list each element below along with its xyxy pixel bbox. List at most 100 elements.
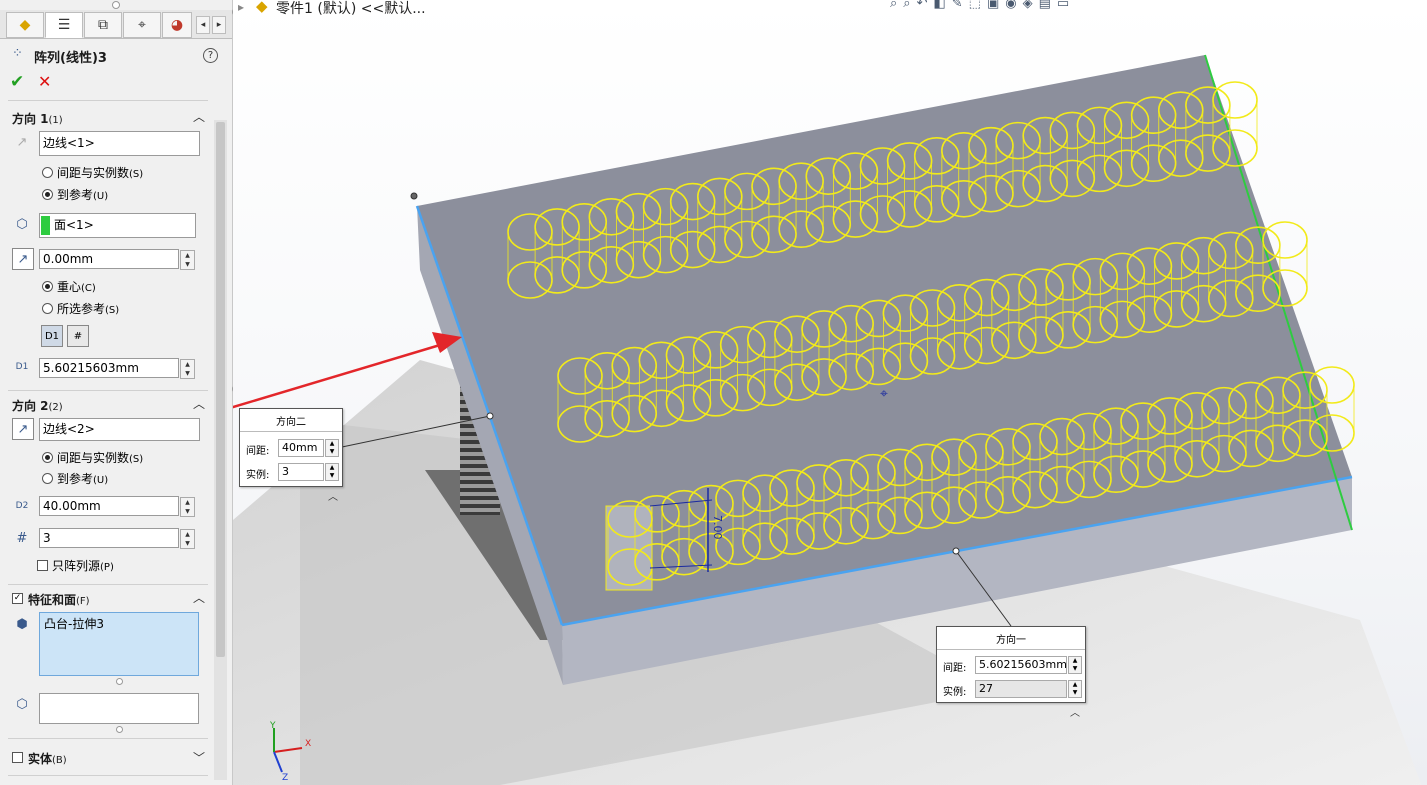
view-settings-icon[interactable]: ▭ — [1057, 0, 1075, 11]
features-and-faces-checkbox[interactable]: ✓ — [12, 593, 23, 604]
chevron-left-icon: ◂ — [200, 20, 206, 30]
direction-1-header[interactable]: 方向 1(1) — [12, 110, 63, 127]
direction-1-spacing-label: 间距与实例数(S) — [57, 166, 144, 180]
callout-spacing-spinner[interactable]: ▲ ▼ — [1068, 656, 1082, 674]
dimxpert-tab[interactable]: ⌖ — [123, 12, 161, 38]
divider — [8, 775, 208, 776]
direction-1-collapse-chevron-icon[interactable]: ︿ — [193, 108, 205, 125]
direction-2-instances-input[interactable]: 3 — [39, 528, 179, 548]
property-manager-panel: ◆ ☰ ⧉ ⌖ ◕ ◂ ▸ ⁘ 阵列(线性)3 ? ✔ ✕ 方向 1(1) ︿ … — [0, 0, 233, 785]
face-color-swatch — [41, 216, 50, 235]
direction-2-instances-spinner[interactable]: ▲ ▼ — [180, 529, 195, 549]
callout-collapse-caret-icon[interactable]: ︿ — [328, 488, 338, 503]
direction-2-header[interactable]: 方向 2(2) — [12, 397, 63, 414]
only-seed-checkbox[interactable] — [37, 560, 48, 571]
list-item[interactable]: 凸台-拉伸3 — [44, 615, 194, 632]
dimxpert-icon: ⌖ — [138, 17, 146, 33]
faces-list[interactable] — [39, 693, 199, 724]
spacing-d1-icon: D1 — [44, 330, 60, 342]
part-document-icon: ▸ — [238, 0, 245, 14]
callout-instances-spinner[interactable]: ▲ ▼ — [325, 463, 339, 481]
bodies-header[interactable]: 实体(B) — [28, 750, 67, 767]
apply-scene-icon[interactable]: ▤ — [1039, 0, 1057, 11]
selected-reference-radio[interactable] — [42, 303, 53, 314]
direction-2-handle[interactable] — [486, 412, 494, 420]
spacing-d1-label-icon: D1 — [15, 362, 29, 372]
only-seed-label: 只阵列源(P) — [52, 559, 114, 573]
direction-2-spacing-radio[interactable] — [42, 452, 53, 463]
direction-1-offset-input[interactable]: 0.00mm — [39, 249, 179, 269]
callout-spacing-input[interactable]: 5.60215603mm — [975, 656, 1067, 674]
direction-1-spacing-input[interactable]: 5.60215603mm — [39, 358, 179, 378]
callout-collapse-caret-icon[interactable]: ︿ — [1070, 704, 1080, 719]
display-style-icon[interactable]: ▣ — [987, 0, 1005, 11]
heads-up-view-toolbar[interactable]: ⌕⌕↶◧✎⬚▣◉◈▤▭ — [890, 0, 1075, 11]
model-viewport[interactable]: 7.00 ⌖ X Y Z — [233, 0, 1427, 785]
callout-spacing-input[interactable]: 40mm — [278, 439, 324, 457]
hide-show-items-icon[interactable]: ◉ — [1005, 0, 1022, 11]
callout-instances-input[interactable]: 27 — [975, 680, 1067, 698]
pattern-origin-handle[interactable] — [410, 192, 418, 200]
bodies-expand-chevron-icon[interactable]: ﹀ — [193, 749, 205, 766]
direction-2-to-reference-radio[interactable] — [42, 473, 53, 484]
direction-2-edge-field[interactable]: 边线<2> — [39, 418, 200, 441]
view-orientation-icon[interactable]: ⬚ — [969, 0, 987, 11]
direction-1-edge-field[interactable]: 边线<1> — [39, 131, 200, 156]
tab-scroll-left-button[interactable]: ◂ — [196, 16, 210, 34]
feature-manager-tab[interactable]: ◆ — [6, 12, 44, 38]
cancel-button[interactable]: ✕ — [38, 72, 51, 91]
direction-1-offset-spinner[interactable]: ▲ ▼ — [180, 250, 195, 270]
document-title[interactable]: 零件1 (默认) <<默认... — [276, 0, 426, 18]
spacing-mode-button[interactable]: D1 — [41, 325, 63, 347]
panel-scrollbar-thumb[interactable] — [216, 122, 225, 657]
previous-view-icon[interactable]: ↶ — [917, 0, 934, 11]
direction-1-spacing-spinner[interactable]: ▲ ▼ — [180, 359, 195, 379]
triad-x-label: X — [305, 739, 311, 749]
tab-scroll-right-button[interactable]: ▸ — [212, 16, 226, 34]
callout-instances-spinner[interactable]: ▲ ▼ — [1068, 680, 1082, 698]
graphics-area[interactable]: 7.00 ⌖ X Y Z — [233, 0, 1427, 785]
direction-1-to-reference-radio[interactable] — [42, 189, 53, 200]
callout-spacing-label: 间距: — [943, 663, 967, 674]
dynamic-annotation-icon[interactable]: ✎ — [952, 0, 969, 11]
direction-1-spacing-radio[interactable] — [42, 167, 53, 178]
offset-distance-icon: ↗ — [12, 248, 34, 270]
features-to-pattern-icon: ⬢ — [16, 616, 28, 632]
direction-1-reference-face-field[interactable]: 面<1> — [39, 213, 196, 238]
features-collapse-chevron-icon[interactable]: ︿ — [193, 589, 205, 606]
list-resize-grip[interactable] — [116, 678, 123, 685]
configuration-manager-tab[interactable]: ⧉ — [84, 12, 122, 38]
list-resize-grip[interactable] — [116, 726, 123, 733]
edit-appearance-icon[interactable]: ◈ — [1023, 0, 1039, 11]
callout-spacing-spinner[interactable]: ▲ ▼ — [325, 439, 339, 457]
direction-1-to-reference-label: 到参考(U) — [57, 188, 109, 202]
zoom-to-area-icon[interactable]: ⌕ — [903, 0, 916, 11]
property-manager-tab[interactable]: ☰ — [45, 12, 83, 38]
callout-instances-input[interactable]: 3 — [278, 463, 324, 481]
centroid-radio[interactable] — [42, 281, 53, 292]
bodies-checkbox[interactable] — [12, 752, 23, 763]
panel-splitter-grip[interactable] — [112, 1, 120, 9]
direction-2-collapse-chevron-icon[interactable]: ︿ — [193, 395, 205, 412]
divider — [8, 100, 208, 101]
instances-mode-button[interactable]: # — [67, 325, 89, 347]
section-view-icon[interactable]: ◧ — [933, 0, 951, 11]
manager-tabs: ◆ ☰ ⧉ ⌖ ◕ ◂ ▸ — [0, 10, 232, 39]
direction-2-title: 方向 2 — [12, 399, 49, 413]
reference-geometry-icon: ⬡ — [16, 216, 28, 232]
direction-1-key: (1) — [48, 115, 63, 126]
zoom-to-fit-icon[interactable]: ⌕ — [890, 0, 903, 11]
property-manager-icon: ☰ — [57, 17, 71, 33]
direction-1-handle[interactable] — [952, 547, 960, 555]
display-manager-tab[interactable]: ◕ — [162, 12, 192, 38]
help-button[interactable]: ? — [203, 48, 218, 63]
features-and-faces-header[interactable]: 特征和面(F) — [28, 591, 90, 608]
dimension-label[interactable]: 7.00 — [711, 515, 724, 540]
reverse-direction-button[interactable]: ↗ — [12, 418, 34, 440]
direction-2-spacing-input[interactable]: 40.00mm — [39, 496, 179, 516]
ok-button[interactable]: ✔ — [10, 72, 24, 92]
callout-title: 方向二 — [276, 417, 306, 428]
features-list[interactable]: 凸台-拉伸3 — [39, 612, 199, 676]
divider — [8, 584, 208, 585]
direction-2-spacing-spinner[interactable]: ▲ ▼ — [180, 497, 195, 517]
